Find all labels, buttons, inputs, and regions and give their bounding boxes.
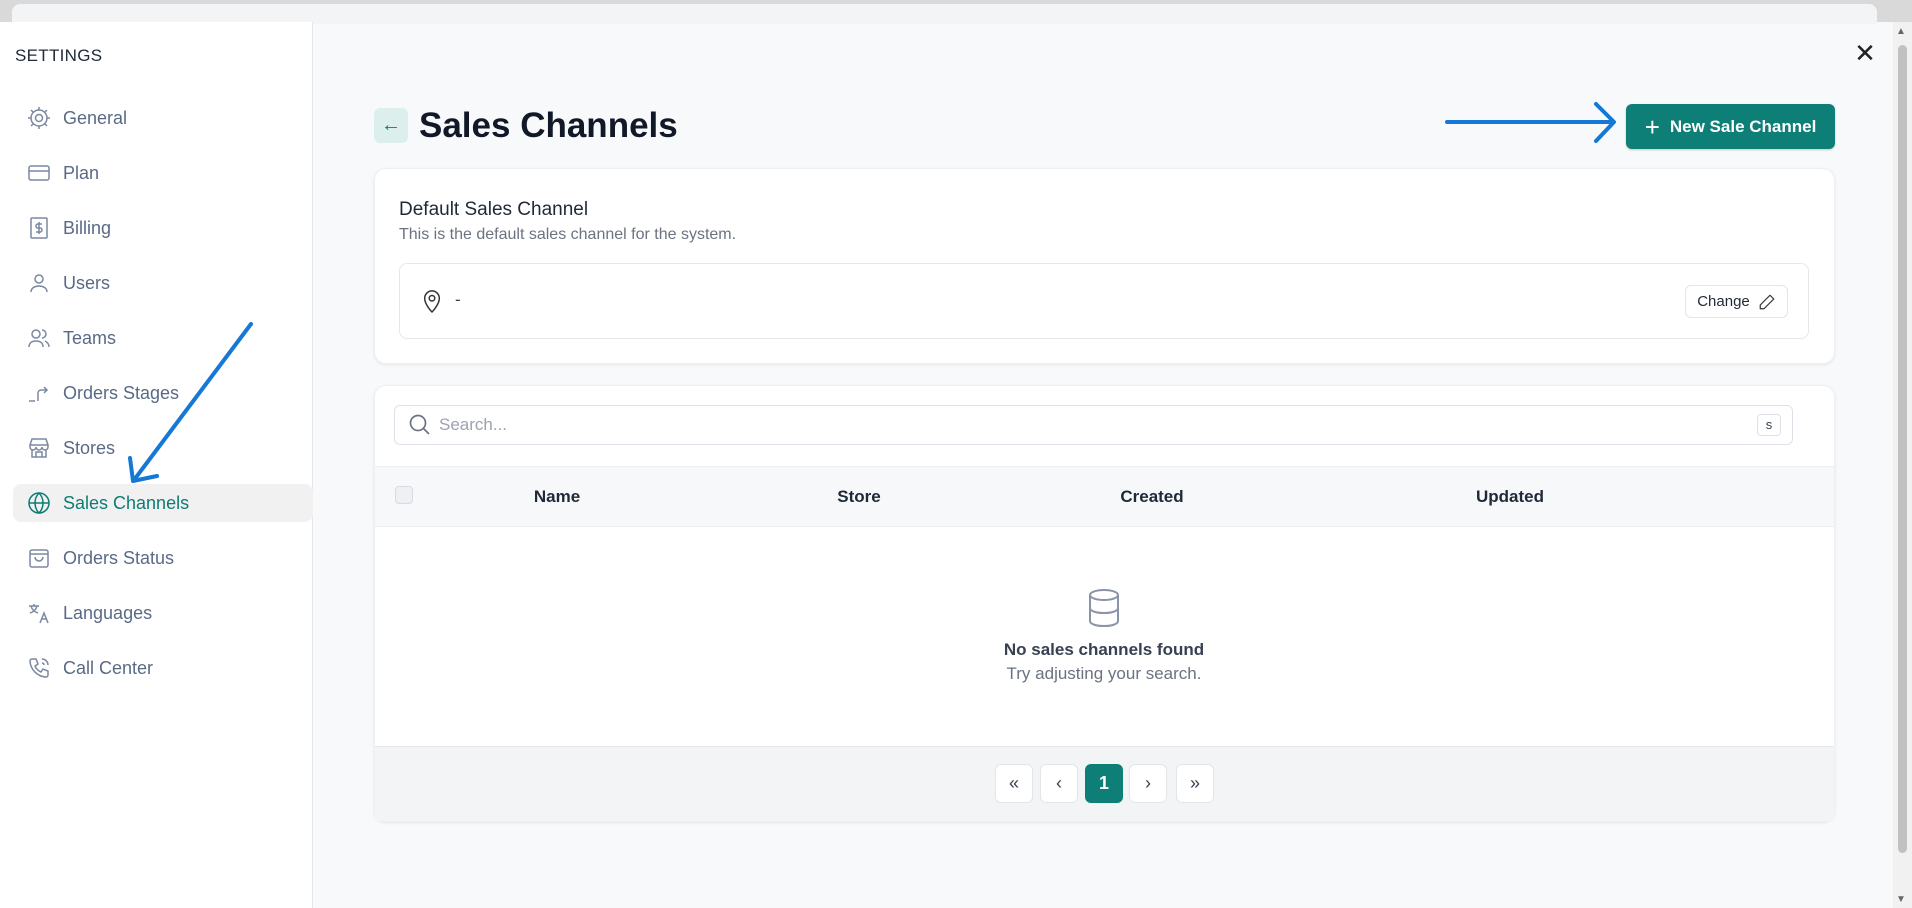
- column-store[interactable]: Store: [837, 487, 880, 507]
- default-channel-box: [399, 263, 1809, 339]
- search-input[interactable]: [394, 405, 1793, 445]
- empty-state-subtitle: Try adjusting your search.: [1006, 664, 1202, 683]
- last-page-button[interactable]: »: [1176, 764, 1214, 803]
- change-button[interactable]: Change: [1685, 285, 1788, 318]
- pencil-icon: [1759, 294, 1775, 309]
- next-page-button[interactable]: ›: [1129, 764, 1167, 803]
- database-icon: [1089, 589, 1119, 628]
- column-updated[interactable]: Updated: [1476, 487, 1544, 507]
- default-card-title: Default Sales Channel: [399, 199, 589, 220]
- default-channel-value: -: [455, 290, 461, 309]
- select-all-checkbox[interactable]: [395, 486, 413, 504]
- table-header: [375, 466, 1834, 527]
- prev-page-button[interactable]: ‹: [1040, 764, 1078, 803]
- page-1-button[interactable]: 1: [1085, 764, 1123, 803]
- scroll-up-arrow[interactable]: ▲: [1896, 26, 1906, 37]
- scroll-down-arrow[interactable]: ▼: [1896, 894, 1906, 905]
- column-created[interactable]: Created: [1120, 487, 1183, 507]
- search-placeholder: Search...: [439, 415, 508, 434]
- column-name[interactable]: Name: [534, 487, 580, 507]
- empty-state-title: No sales channels found: [1003, 640, 1205, 659]
- first-page-button[interactable]: «: [995, 764, 1033, 803]
- search-shortcut-key: s: [1757, 414, 1781, 436]
- map-pin-icon: [423, 290, 441, 314]
- scrollbar-thumb[interactable]: [1898, 45, 1907, 853]
- arrow-to-sales-channels: [132, 322, 253, 482]
- default-card-subtitle: This is the default sales channel for th…: [399, 226, 737, 243]
- search-icon: [409, 414, 430, 435]
